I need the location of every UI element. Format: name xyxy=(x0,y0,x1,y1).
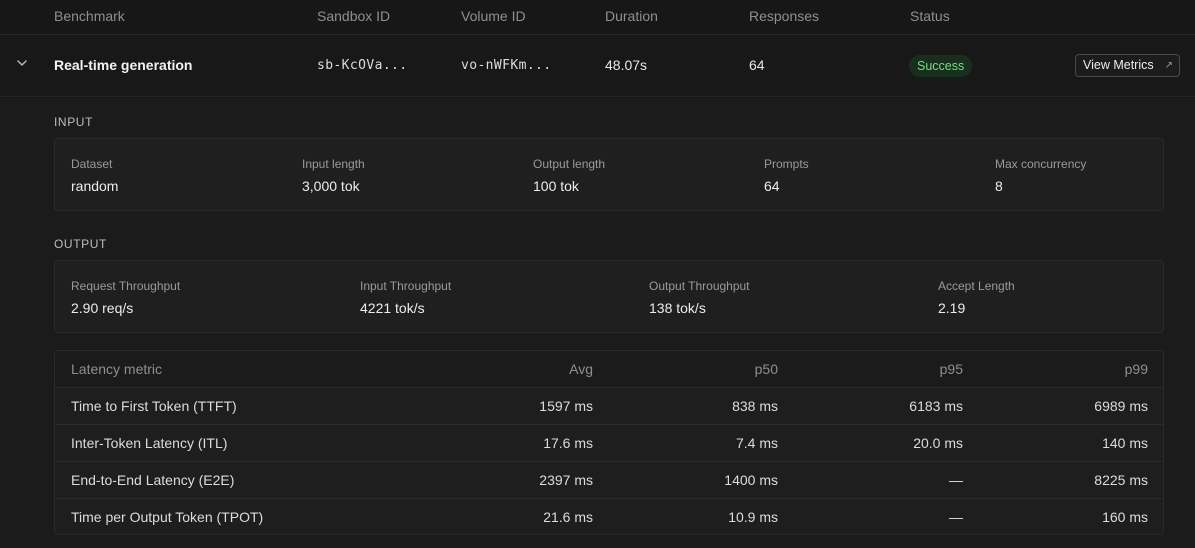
sandbox-id: sb-KcOVa... xyxy=(317,58,408,73)
output-card: Request Throughput 2.90 req/s Input Thro… xyxy=(54,260,1164,333)
field-label: Input Throughput xyxy=(360,279,452,293)
field-label: Prompts xyxy=(764,157,809,171)
table-row[interactable]: Real-time generation sb-KcOVa... vo-nWFK… xyxy=(0,35,1195,97)
latency-avg: 2397 ms xyxy=(539,472,593,488)
header-avg: Avg xyxy=(569,361,593,377)
field-value: random xyxy=(71,178,119,194)
volume-id: vo-nWFKm... xyxy=(461,58,552,73)
latency-avg: 1597 ms xyxy=(539,398,593,414)
table-row: Time per Output Token (TPOT) 21.6 ms 10.… xyxy=(55,499,1163,534)
field-label: Output Throughput xyxy=(649,279,750,293)
latency-p50: 10.9 ms xyxy=(728,509,778,525)
benchmark-name: Real-time generation xyxy=(54,57,193,73)
external-link-icon: ↗ xyxy=(1164,60,1173,71)
table-row: Inter-Token Latency (ITL) 17.6 ms 7.4 ms… xyxy=(55,425,1163,462)
latency-table: Latency metric Avg p50 p95 p99 Time to F… xyxy=(54,350,1164,535)
latency-p99: 160 ms xyxy=(1102,509,1148,525)
view-metrics-button[interactable]: View Metrics ↗ xyxy=(1075,54,1180,77)
latency-table-header: Latency metric Avg p50 p95 p99 xyxy=(55,351,1163,388)
latency-p95: — xyxy=(949,472,963,488)
field-value: 4221 tok/s xyxy=(360,300,425,316)
header-duration: Duration xyxy=(605,8,658,24)
input-card: Dataset random Input length 3,000 tok Ou… xyxy=(54,138,1164,211)
table-row: End-to-End Latency (E2E) 2397 ms 1400 ms… xyxy=(55,462,1163,499)
field-label: Input length xyxy=(302,157,365,171)
latency-metric-name: Time per Output Token (TPOT) xyxy=(71,509,264,525)
field-value: 3,000 tok xyxy=(302,178,360,194)
field-value: 2.90 req/s xyxy=(71,300,134,316)
expanded-details: INPUT Dataset random Input length 3,000 … xyxy=(0,98,1195,548)
header-latency-metric: Latency metric xyxy=(71,361,163,377)
latency-metric-name: End-to-End Latency (E2E) xyxy=(71,472,235,488)
latency-p50: 838 ms xyxy=(732,398,778,414)
header-responses: Responses xyxy=(749,8,820,24)
status-badge: Success xyxy=(909,55,973,77)
field-value: 8 xyxy=(995,178,1003,194)
latency-metric-name: Inter-Token Latency (ITL) xyxy=(71,435,228,451)
duration-value: 48.07s xyxy=(605,57,648,73)
latency-p95: 20.0 ms xyxy=(913,435,963,451)
header-sandbox-id: Sandbox ID xyxy=(317,8,391,24)
field-label: Request Throughput xyxy=(71,279,181,293)
field-value: 138 tok/s xyxy=(649,300,706,316)
latency-p50: 7.4 ms xyxy=(735,435,778,451)
header-volume-id: Volume ID xyxy=(461,8,526,24)
header-status: Status xyxy=(910,8,950,24)
latency-p99: 6989 ms xyxy=(1094,398,1148,414)
table-header: Benchmark Sandbox ID Volume ID Duration … xyxy=(0,0,1195,35)
field-label: Output length xyxy=(533,157,606,171)
benchmark-results-panel: Benchmark Sandbox ID Volume ID Duration … xyxy=(0,0,1195,548)
latency-p99: 8225 ms xyxy=(1094,472,1148,488)
field-label: Accept Length xyxy=(938,279,1015,293)
latency-metric-name: Time to First Token (TTFT) xyxy=(71,398,237,414)
field-value: 100 tok xyxy=(533,178,579,194)
chevron-down-icon[interactable] xyxy=(14,55,30,71)
header-p99: p99 xyxy=(1124,361,1148,377)
field-label: Max concurrency xyxy=(995,157,1087,171)
header-p50: p50 xyxy=(754,361,778,377)
view-metrics-label: View Metrics xyxy=(1083,58,1154,72)
field-value: 2.19 xyxy=(938,300,966,316)
latency-avg: 21.6 ms xyxy=(543,509,593,525)
latency-p50: 1400 ms xyxy=(724,472,778,488)
latency-avg: 17.6 ms xyxy=(543,435,593,451)
field-value: 64 xyxy=(764,178,780,194)
output-section-title: OUTPUT xyxy=(54,237,107,251)
header-benchmark: Benchmark xyxy=(54,8,125,24)
input-section-title: INPUT xyxy=(54,115,93,129)
responses-value: 64 xyxy=(749,57,765,73)
field-label: Dataset xyxy=(71,157,113,171)
header-p95: p95 xyxy=(939,361,963,377)
latency-p95: — xyxy=(949,509,963,525)
table-row: Time to First Token (TTFT) 1597 ms 838 m… xyxy=(55,388,1163,425)
latency-p95: 6183 ms xyxy=(909,398,963,414)
latency-p99: 140 ms xyxy=(1102,435,1148,451)
